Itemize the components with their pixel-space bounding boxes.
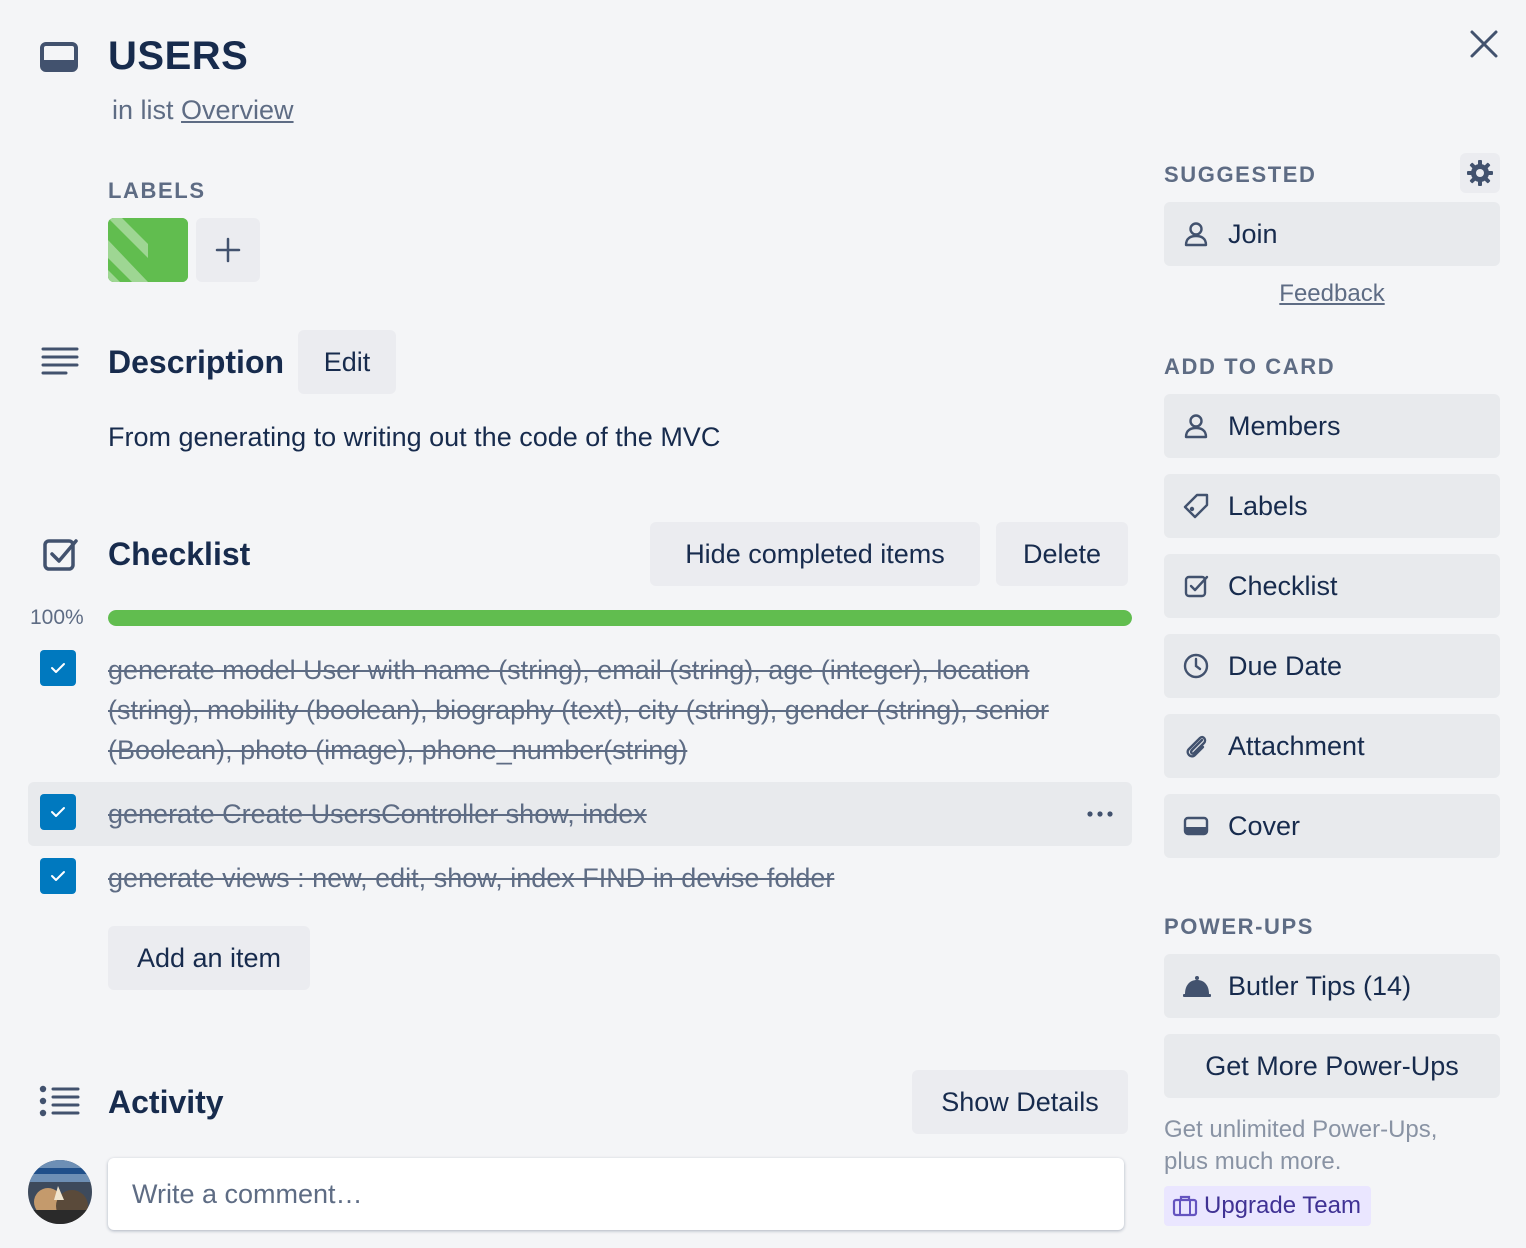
labels-label: Labels [1228, 491, 1308, 521]
activity-heading: Activity [108, 1084, 224, 1120]
avatar[interactable] [28, 1160, 92, 1224]
checklist-heading: Checklist [108, 536, 251, 572]
add-to-card-heading: ADD TO CARD [1164, 354, 1336, 379]
checklist-item-text[interactable]: generate Create UsersController show, in… [108, 794, 647, 834]
attachment-button[interactable]: Attachment [1164, 714, 1500, 778]
promo-text: Get unlimited Power-Ups, plus much more. [1164, 1116, 1438, 1175]
due-date-button[interactable]: Due Date [1164, 634, 1500, 698]
checklist-checkbox[interactable] [40, 794, 76, 830]
description-icon [40, 346, 80, 378]
description-text[interactable]: From generating to writing out the code … [108, 422, 720, 453]
checklist-icon [42, 536, 78, 572]
checkmark-icon [51, 871, 65, 881]
cover-button[interactable]: Cover [1164, 794, 1500, 858]
checklist-item-text[interactable]: generate views : new, edit, show, index … [108, 858, 834, 898]
cover-icon [1182, 812, 1210, 840]
checklist-checkbox[interactable] [40, 858, 76, 894]
join-label: Join [1228, 219, 1278, 249]
butler-tips-button[interactable]: Butler Tips (14) [1164, 954, 1500, 1018]
checklist-item-text[interactable]: generate model User with name (string), … [108, 650, 1088, 770]
label-chip[interactable] [108, 218, 188, 282]
attachment-label: Attachment [1228, 731, 1365, 761]
person-icon [1182, 220, 1210, 248]
checklist-button[interactable]: Checklist [1164, 554, 1500, 618]
checkmark-icon [51, 807, 65, 817]
upgrade-team-button[interactable]: Upgrade Team [1164, 1186, 1371, 1226]
delete-checklist-button[interactable]: Delete [996, 522, 1128, 586]
labels-heading: LABELS [108, 178, 206, 203]
cover-label: Cover [1228, 811, 1301, 841]
person-icon [1182, 412, 1210, 440]
checklist-icon [1182, 572, 1210, 600]
labels-button[interactable]: Labels [1164, 474, 1500, 538]
more-options-icon[interactable] [1084, 800, 1118, 828]
edit-description-button[interactable]: Edit [298, 330, 396, 394]
list-breadcrumb: in list Overview [112, 95, 294, 126]
tag-icon [1182, 492, 1210, 520]
list-prefix: in list [112, 95, 174, 125]
comment-input[interactable] [108, 1158, 1124, 1230]
close-icon[interactable] [1464, 24, 1504, 64]
join-button[interactable]: Join [1164, 202, 1500, 266]
card-icon [40, 40, 80, 76]
bell-icon [1182, 972, 1211, 1000]
hide-completed-button[interactable]: Hide completed items [650, 522, 980, 586]
progress-bar [108, 610, 1132, 626]
show-details-button[interactable]: Show Details [912, 1070, 1128, 1134]
suggested-heading: SUGGESTED [1164, 162, 1317, 187]
list-link[interactable]: Overview [181, 95, 294, 125]
add-label-button[interactable] [196, 218, 260, 282]
card-title: USERS [108, 34, 249, 78]
get-more-powerups-button[interactable]: Get More Power-Ups [1164, 1034, 1500, 1098]
plus-icon [215, 237, 241, 263]
upgrade-team-label: Upgrade Team [1204, 1192, 1361, 1219]
clock-icon [1182, 652, 1210, 680]
checkmark-icon [51, 663, 65, 673]
description-heading: Description [108, 344, 285, 380]
due-date-label: Due Date [1228, 651, 1343, 681]
powerups-heading: POWER-UPS [1164, 914, 1315, 939]
activity-icon [38, 1084, 80, 1118]
checklist-label: Checklist [1228, 571, 1338, 601]
progress-percent: 100% [30, 606, 84, 629]
checklist-checkbox[interactable] [40, 650, 76, 686]
progress-fill [108, 610, 1132, 626]
feedback-link[interactable]: Feedback [1164, 280, 1500, 308]
briefcase-icon [1172, 1194, 1198, 1218]
butler-tips-label: Butler Tips (14) [1228, 971, 1412, 1001]
members-label: Members [1228, 411, 1341, 441]
members-button[interactable]: Members [1164, 394, 1500, 458]
gear-icon[interactable] [1460, 153, 1500, 193]
add-item-button[interactable]: Add an item [108, 926, 310, 990]
paperclip-icon [1182, 732, 1210, 760]
